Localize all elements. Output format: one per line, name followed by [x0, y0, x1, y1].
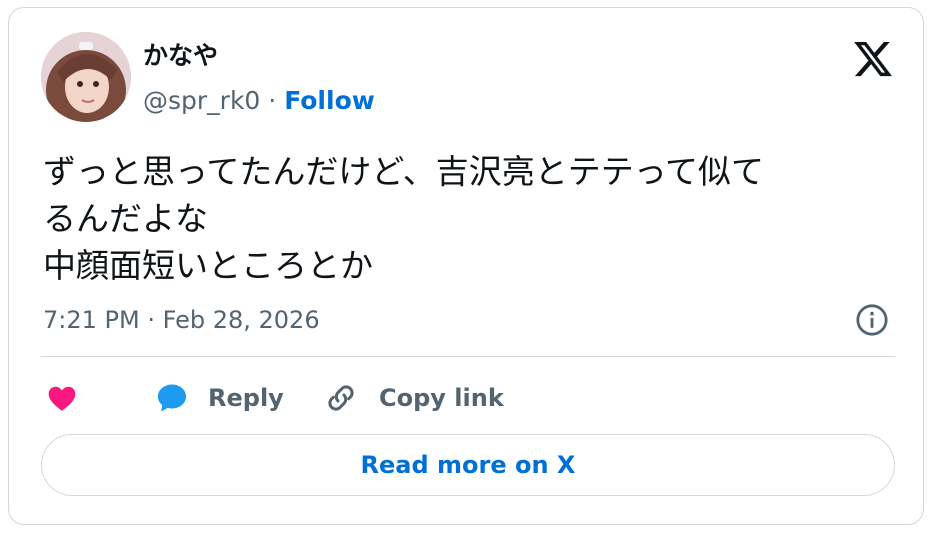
avatar-image: [41, 32, 131, 122]
x-logo-icon[interactable]: [851, 38, 895, 80]
like-button[interactable]: [45, 378, 79, 418]
read-more-label: Read more on X: [360, 451, 576, 479]
link-icon: [328, 385, 354, 411]
tweet-text: ずっと思ってたんだけど、吉沢亮とテテって似て るんだよな 中顔面短いところとか: [43, 148, 903, 289]
avatar[interactable]: [41, 32, 131, 122]
heart-icon: [48, 386, 76, 411]
timestamp[interactable]: 7:21 PM · Feb 28, 2026: [43, 304, 320, 336]
action-bar: Reply Copy link: [45, 378, 895, 418]
separator: ·: [260, 86, 285, 115]
tweet-line-2: るんだよな: [43, 199, 208, 238]
tweet-line-3: 中顔面短いところとか: [43, 246, 373, 285]
copy-link-button[interactable]: Copy link: [323, 378, 504, 418]
display-name[interactable]: かなや: [143, 40, 218, 72]
divider: [41, 356, 895, 357]
handle-row: @spr_rk0 · Follow: [143, 85, 375, 117]
reply-button[interactable]: Reply: [153, 378, 284, 418]
tweet-line-1: ずっと思ってたんだけど、吉沢亮とテテって似て: [43, 152, 765, 191]
reply-label: Reply: [208, 384, 284, 412]
handle[interactable]: @spr_rk0: [143, 86, 260, 115]
read-more-button[interactable]: Read more on X: [41, 434, 895, 496]
info-icon[interactable]: [855, 303, 889, 337]
copy-link-label: Copy link: [379, 384, 504, 412]
reply-bubble-icon: [157, 384, 187, 412]
follow-button[interactable]: Follow: [284, 86, 375, 115]
tweet-card: かなや @spr_rk0 · Follow ずっと思ってたんだけど、吉沢亮とテテ…: [8, 7, 924, 525]
